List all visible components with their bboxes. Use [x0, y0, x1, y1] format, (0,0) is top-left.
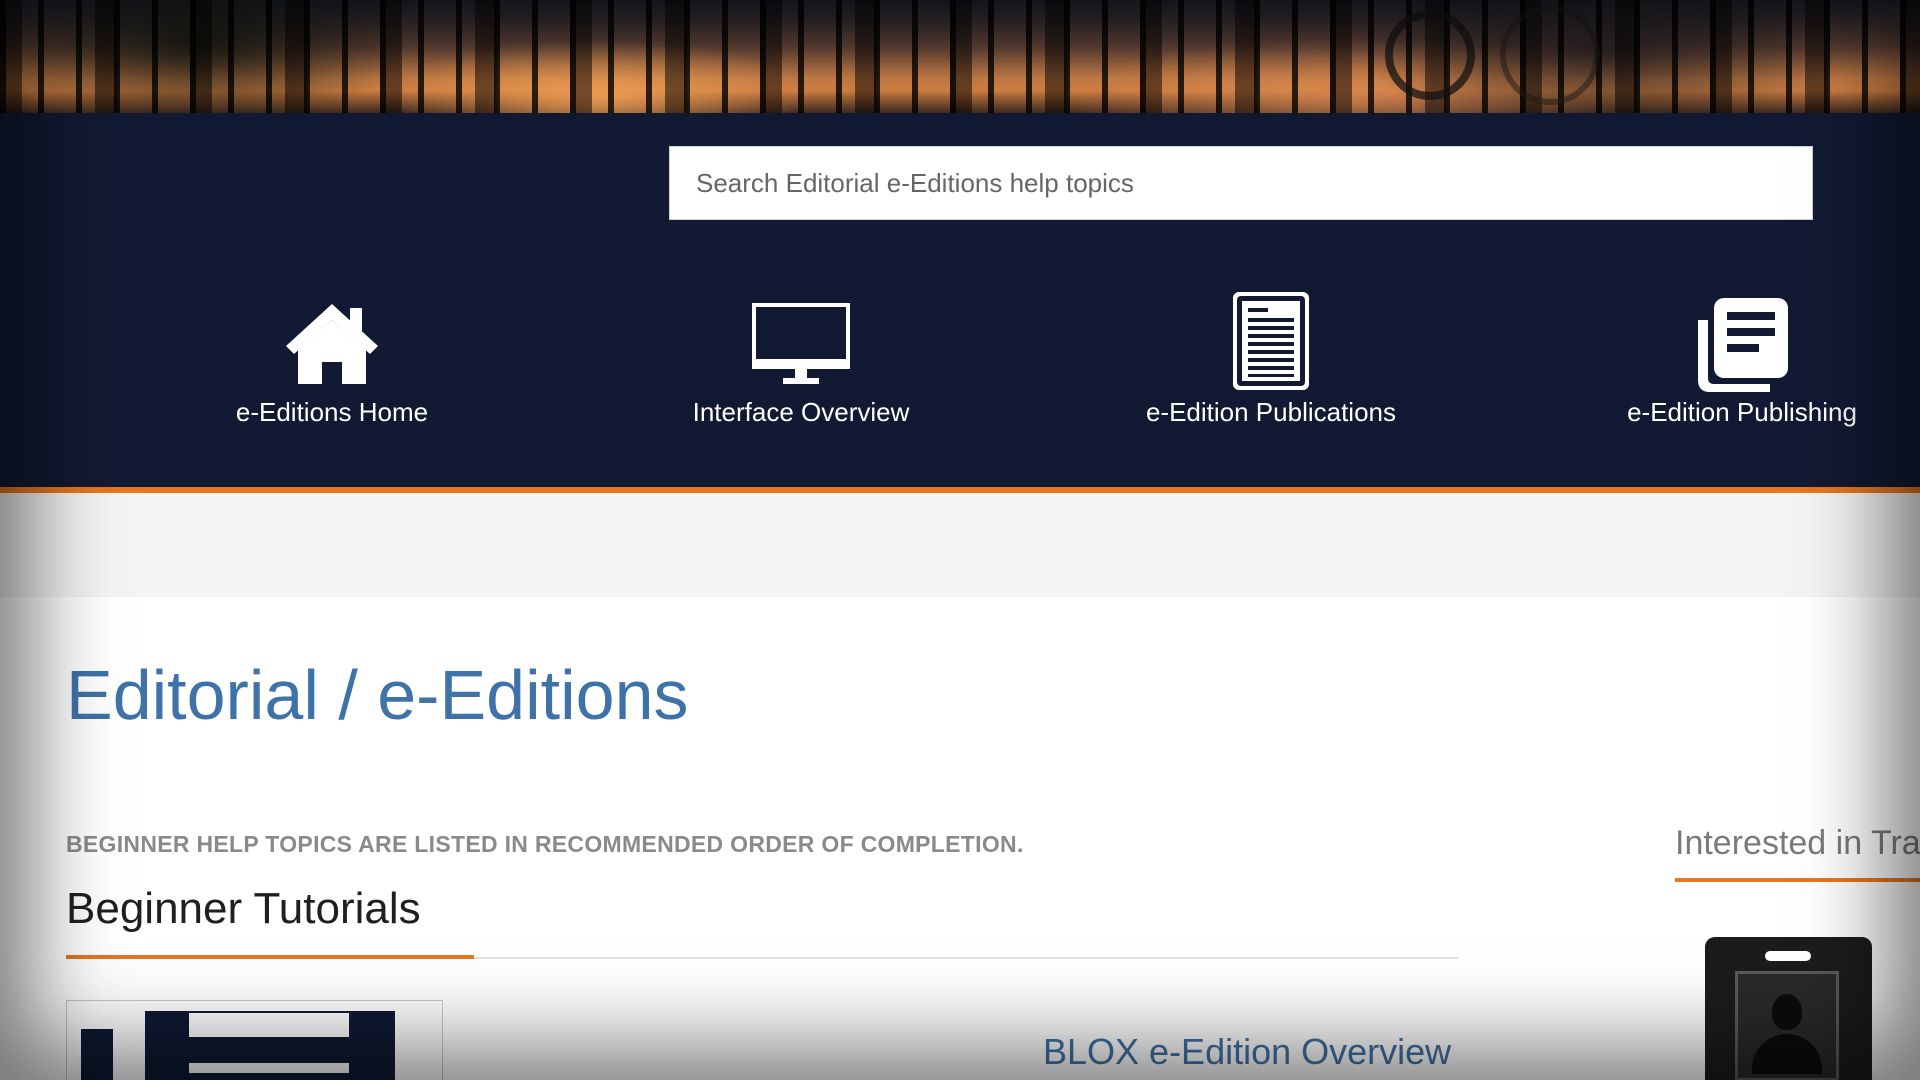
document-icon	[1233, 292, 1309, 390]
sidebar-title-underline	[1675, 878, 1920, 882]
nav-item-e-edition-publishing[interactable]: e-Edition Publishing	[1562, 288, 1920, 448]
nav-item-label: e-Edition Publications	[1145, 397, 1397, 427]
article-link-blox-e-edition-overview[interactable]: BLOX e-Edition Overview	[1043, 1031, 1451, 1073]
site-header: e-Editions Home Interface Overview	[0, 113, 1920, 493]
nav-item-label: e-Edition Publishing	[1627, 397, 1857, 427]
nav-item-e-editions-home[interactable]: e-Editions Home	[152, 288, 512, 448]
article-thumbnail[interactable]	[66, 1000, 443, 1080]
sidebar-title: Interested in Tra	[1675, 824, 1920, 862]
section-title-beginner-tutorials: Beginner Tutorials	[66, 884, 421, 933]
section-title-underline	[66, 955, 474, 959]
search-input[interactable]	[669, 146, 1813, 220]
nav-item-e-edition-publications[interactable]: e-Edition Publications	[1091, 288, 1451, 448]
nav-item-interface-overview[interactable]: Interface Overview	[621, 288, 981, 448]
id-badge-icon[interactable]	[1705, 937, 1872, 1080]
main-nav: e-Editions Home Interface Overview e-Edi…	[0, 288, 1920, 448]
header-banner-image	[0, 0, 1920, 113]
beginner-order-note: BEGINNER HELP TOPICS ARE LISTED IN RECOM…	[66, 831, 1024, 857]
page-title: Editorial / e-Editions	[66, 656, 689, 734]
nav-item-label: Interface Overview	[692, 397, 910, 427]
breadcrumb-band	[0, 493, 1920, 597]
home-icon	[286, 304, 378, 384]
monitor-icon	[752, 303, 850, 384]
page: e-Editions Home Interface Overview	[0, 0, 1920, 1080]
newspaper-icon	[1698, 298, 1788, 392]
nav-item-label: e-Editions Home	[235, 397, 429, 427]
